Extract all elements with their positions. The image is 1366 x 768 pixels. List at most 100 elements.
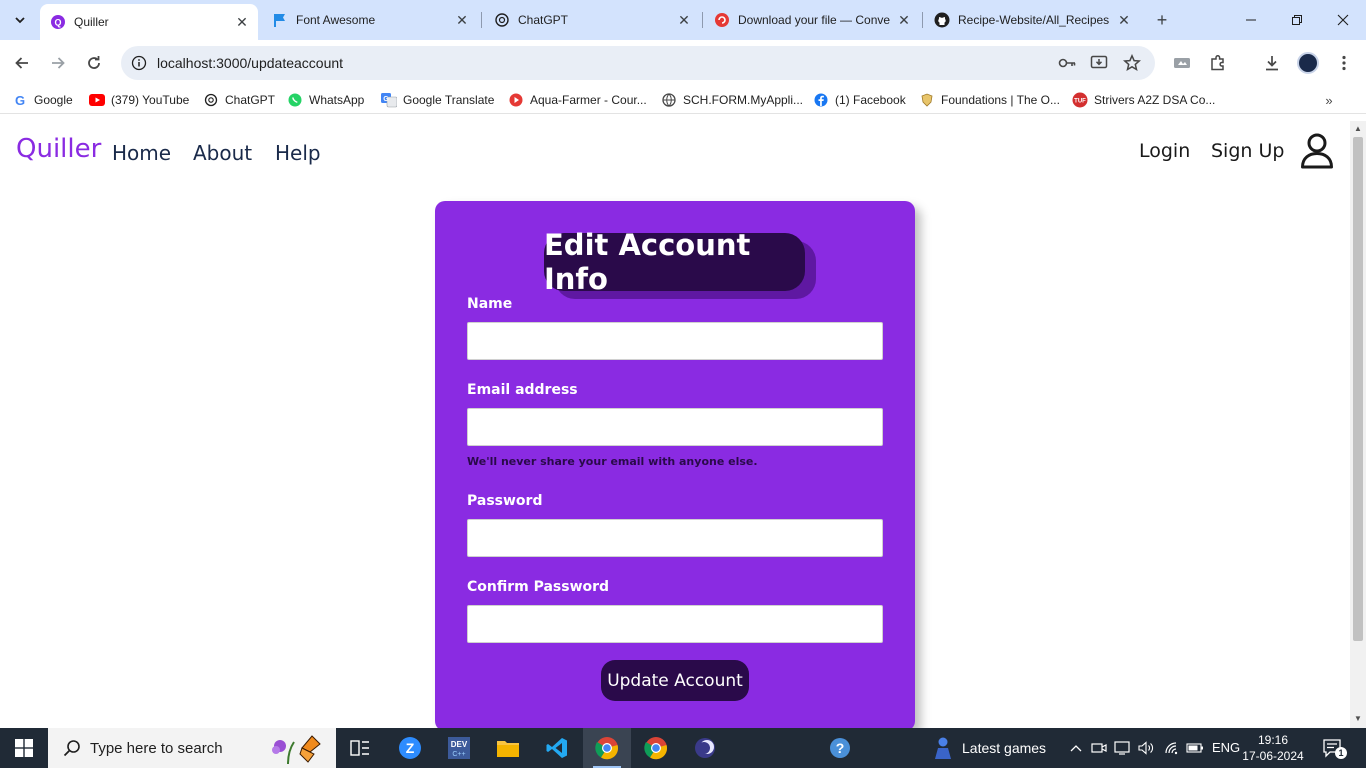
bookmark-star-icon[interactable]	[1122, 53, 1142, 73]
signup-link[interactable]: Sign Up	[1211, 140, 1284, 162]
install-app-icon[interactable]	[1089, 53, 1109, 73]
help-question-icon: ?	[830, 738, 850, 758]
bookmark-label: (1) Facebook	[835, 93, 906, 107]
notification-center-button[interactable]: 1	[1322, 738, 1352, 760]
tab-chatgpt[interactable]: ChatGPT ✕	[484, 4, 700, 36]
display-tray-icon[interactable]	[1112, 738, 1132, 758]
bookmarks-overflow-icon[interactable]: »	[1320, 92, 1338, 108]
password-key-icon[interactable]	[1057, 53, 1077, 73]
site-brand[interactable]: Quiller	[16, 134, 101, 164]
back-button[interactable]	[9, 50, 35, 76]
taskbar-app-vscode[interactable]	[533, 728, 581, 768]
wifi-icon[interactable]	[1162, 738, 1182, 758]
forward-button[interactable]	[45, 50, 71, 76]
language-indicator[interactable]: ENG	[1212, 740, 1240, 755]
update-account-button[interactable]: Update Account	[601, 660, 749, 701]
bookmark-google-translate[interactable]: G Google Translate	[381, 90, 494, 110]
news-widget-icon[interactable]	[928, 728, 958, 768]
bookmark-label: ChatGPT	[225, 93, 276, 107]
taskbar-app-zoom[interactable]: Z	[386, 728, 434, 768]
tab-github[interactable]: Recipe-Website/All_Recipes ✕	[924, 4, 1140, 36]
address-bar[interactable]: localhost:3000/updateaccount	[121, 46, 1155, 80]
name-input[interactable]	[467, 322, 883, 360]
minimize-button[interactable]	[1228, 0, 1274, 40]
bookmark-youtube[interactable]: (379) YouTube	[89, 90, 189, 110]
bookmark-label: Aqua-Farmer - Cour...	[530, 93, 647, 107]
taskbar-app-eclipse[interactable]	[681, 728, 729, 768]
tab-separator	[702, 12, 703, 28]
bookmark-strivers[interactable]: TUF Strivers A2Z DSA Co...	[1072, 90, 1215, 110]
tab-quiller[interactable]: Q Quiller ✕	[40, 4, 258, 40]
reload-button[interactable]	[81, 50, 107, 76]
email-help-text: We'll never share your email with anyone…	[467, 455, 758, 468]
convertio-icon	[714, 12, 730, 28]
camera-tray-icon[interactable]	[1089, 738, 1109, 758]
email-input[interactable]	[467, 408, 883, 446]
bookmark-sch-form[interactable]: SCH.FORM.MyAppli...	[661, 90, 803, 110]
bookmark-label: SCH.FORM.MyAppli...	[683, 93, 804, 107]
volume-icon[interactable]	[1136, 738, 1156, 758]
confirm-password-input[interactable]	[467, 605, 883, 643]
new-tab-button[interactable]: +	[1150, 8, 1174, 32]
tab-search-button[interactable]	[8, 8, 32, 32]
bookmark-label: Google	[34, 93, 73, 107]
user-profile-icon[interactable]	[1300, 133, 1334, 169]
bookmark-google[interactable]: G Google	[12, 90, 73, 110]
tab-separator	[922, 12, 923, 28]
news-widget-label[interactable]: Latest games	[962, 740, 1046, 756]
close-icon[interactable]: ✕	[896, 12, 912, 28]
scrollbar-thumb[interactable]	[1353, 137, 1363, 641]
svg-text:G: G	[383, 96, 389, 103]
taskbar-app-file-explorer[interactable]	[484, 728, 532, 768]
taskbar-search-box[interactable]: Type here to search	[48, 728, 336, 768]
taskbar-app-devc[interactable]: DEV C++	[435, 728, 483, 768]
start-button[interactable]	[0, 728, 48, 768]
close-icon	[1337, 14, 1349, 26]
extension-media-icon[interactable]	[1171, 52, 1193, 74]
search-icon	[62, 738, 82, 758]
system-clock[interactable]: 19:16 17-06-2024	[1240, 732, 1306, 764]
login-link[interactable]: Login	[1139, 140, 1190, 162]
bookmark-chatgpt[interactable]: ChatGPT	[203, 90, 275, 110]
restore-button[interactable]	[1274, 0, 1320, 40]
close-icon[interactable]: ✕	[676, 12, 692, 28]
taskbar-app-chrome[interactable]	[632, 728, 680, 768]
quiller-icon: Q	[50, 14, 66, 30]
scroll-up-icon[interactable]: ▲	[1354, 125, 1362, 133]
tab-title: ChatGPT	[518, 13, 569, 27]
chevron-up-icon[interactable]	[1066, 738, 1086, 758]
password-input[interactable]	[467, 519, 883, 557]
eclipse-app-icon	[695, 738, 715, 758]
battery-icon[interactable]	[1185, 738, 1205, 758]
profile-avatar[interactable]	[1297, 52, 1319, 74]
tab-convertio[interactable]: Download your file — Conve ✕	[704, 4, 920, 36]
tab-font-awesome[interactable]: Font Awesome ✕	[262, 4, 478, 36]
nav-home-link[interactable]: Home	[112, 141, 171, 165]
form-title-badge: Edit Account Info	[544, 228, 805, 296]
close-window-button[interactable]	[1320, 0, 1366, 40]
bookmark-aqua-farmer[interactable]: Aqua-Farmer - Cour...	[508, 90, 647, 110]
close-icon[interactable]: ✕	[1116, 12, 1132, 28]
close-icon[interactable]: ✕	[234, 14, 250, 30]
arrow-left-icon	[15, 57, 28, 69]
nav-about-link[interactable]: About	[193, 141, 252, 165]
site-info-icon[interactable]	[129, 53, 149, 73]
downloads-icon[interactable]	[1261, 52, 1283, 74]
site-navbar: Quiller Home About Help Login Sign Up	[0, 121, 1350, 181]
bookmark-odin-project[interactable]: Foundations | The O...	[919, 90, 1060, 110]
youtube-icon	[89, 92, 105, 108]
butterfly-flower-decoration-icon	[272, 735, 321, 765]
scroll-down-icon[interactable]: ▼	[1354, 715, 1362, 723]
nav-help-link[interactable]: Help	[275, 141, 321, 165]
close-icon[interactable]: ✕	[454, 12, 470, 28]
url-text[interactable]: localhost:3000/updateaccount	[157, 55, 343, 71]
page-scrollbar[interactable]: ▲ ▼	[1350, 121, 1366, 728]
more-menu-icon[interactable]	[1333, 52, 1355, 74]
task-view-button[interactable]	[336, 728, 384, 768]
bookmark-facebook[interactable]: (1) Facebook	[813, 90, 906, 110]
help-button[interactable]: ?	[816, 728, 864, 768]
folder-icon	[497, 741, 519, 757]
bookmark-whatsapp[interactable]: WhatsApp	[287, 90, 364, 110]
extensions-puzzle-icon[interactable]	[1207, 52, 1229, 74]
taskbar-app-chrome-active[interactable]	[583, 728, 631, 768]
